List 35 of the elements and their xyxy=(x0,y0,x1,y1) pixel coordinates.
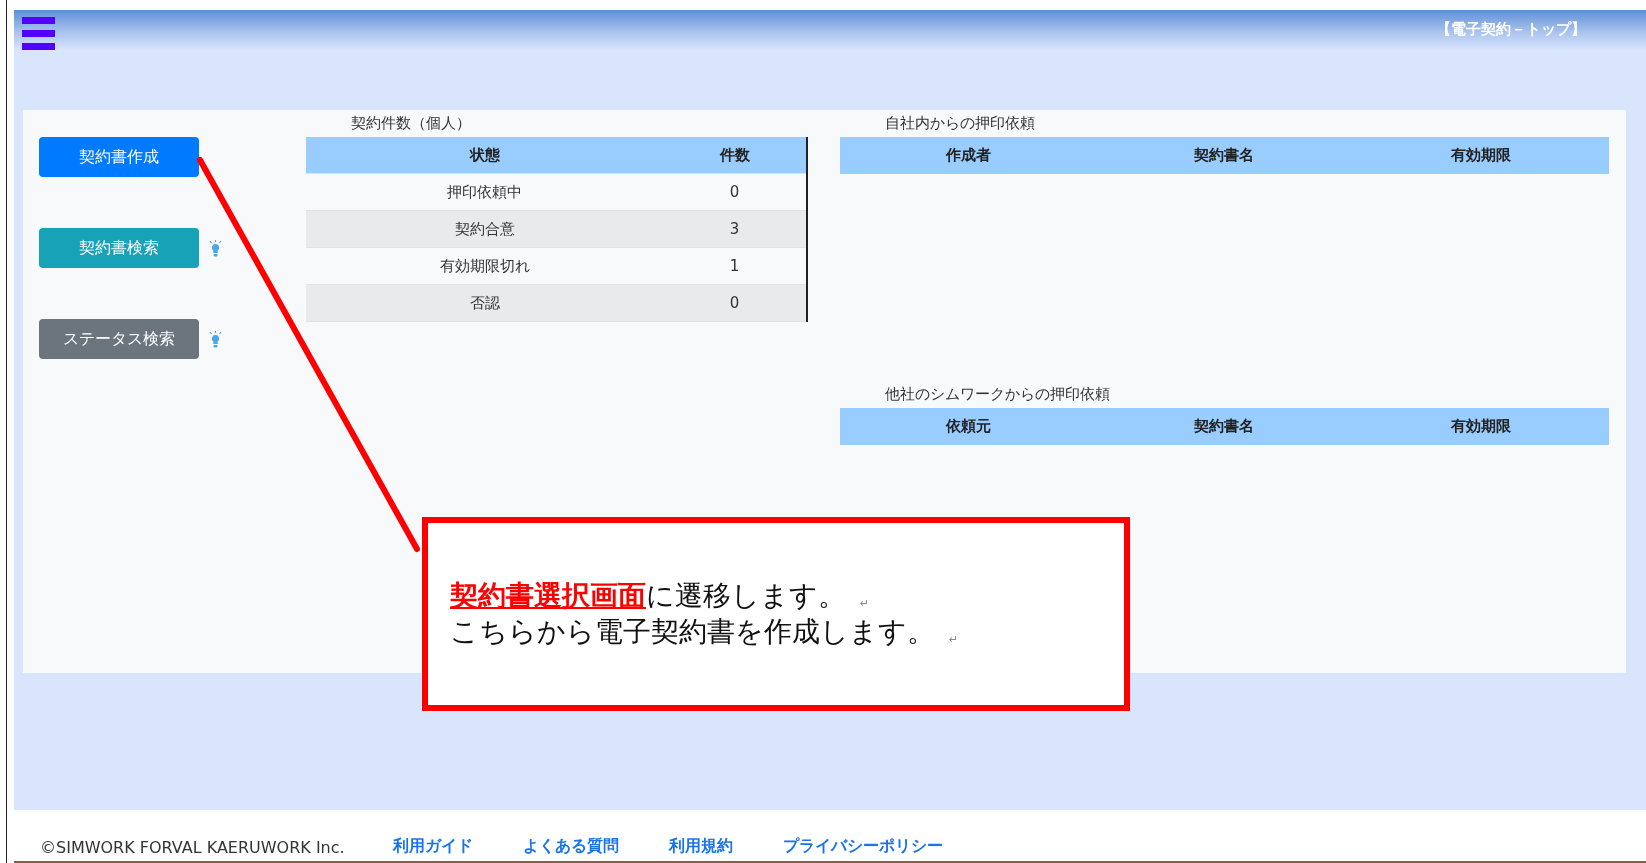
table-title: 他社のシムワークからの押印依頼 xyxy=(884,384,1111,405)
lightbulb-icon[interactable] xyxy=(209,239,222,257)
menu-button[interactable]: ステータス検索 xyxy=(39,319,199,359)
return-mark: ↵ xyxy=(949,633,959,646)
column-header: 有効期限 xyxy=(1449,146,1512,165)
footer-link[interactable]: プライバシーポリシー xyxy=(782,836,943,857)
table-title: 自社内からの押印依頼 xyxy=(884,113,1036,134)
menu-icon[interactable] xyxy=(22,17,55,50)
menu-button[interactable]: 契約書作成 xyxy=(39,137,199,177)
table-cell-text: 押印依頼中 xyxy=(446,182,523,202)
copyright-text: ©SIMWORK FORVAL KAERUWORK Inc. xyxy=(40,838,345,857)
callout-text: こちらから電子契約書を作成します。 xyxy=(450,614,935,650)
table-cell-text: 1 xyxy=(728,257,741,275)
column-header: 作成者 xyxy=(944,146,992,165)
return-mark: ↵ xyxy=(860,597,870,610)
footer-link[interactable]: よくある質問 xyxy=(522,836,619,857)
column-header: 有効期限 xyxy=(1449,417,1512,436)
column-header: 依頼元 xyxy=(944,417,992,436)
column-header: 状態 xyxy=(468,145,501,165)
table-cell-text: 有効期限切れ xyxy=(438,256,531,276)
footer-link[interactable]: 利用規約 xyxy=(668,836,733,857)
table-title: 契約件数（個人） xyxy=(350,113,472,134)
menu-button[interactable]: 契約書検索 xyxy=(39,228,199,268)
column-header: 契約書名 xyxy=(1193,146,1256,165)
table-cell-text: 3 xyxy=(728,220,741,238)
column-header: 契約書名 xyxy=(1193,417,1256,436)
table-cell-text: 0 xyxy=(728,183,741,201)
footer-link[interactable]: 利用ガイド xyxy=(392,836,473,857)
lightbulb-icon[interactable] xyxy=(209,330,222,348)
column-header: 件数 xyxy=(718,145,751,165)
table-cell-text: 0 xyxy=(728,294,741,312)
page-title: 【電子契約－トップ】 xyxy=(1436,20,1586,39)
table-cell-text: 否認 xyxy=(468,293,501,313)
callout-text: 契約書選択画面に遷移します。 xyxy=(450,578,846,614)
table-cell-text: 契約合意 xyxy=(453,219,516,239)
